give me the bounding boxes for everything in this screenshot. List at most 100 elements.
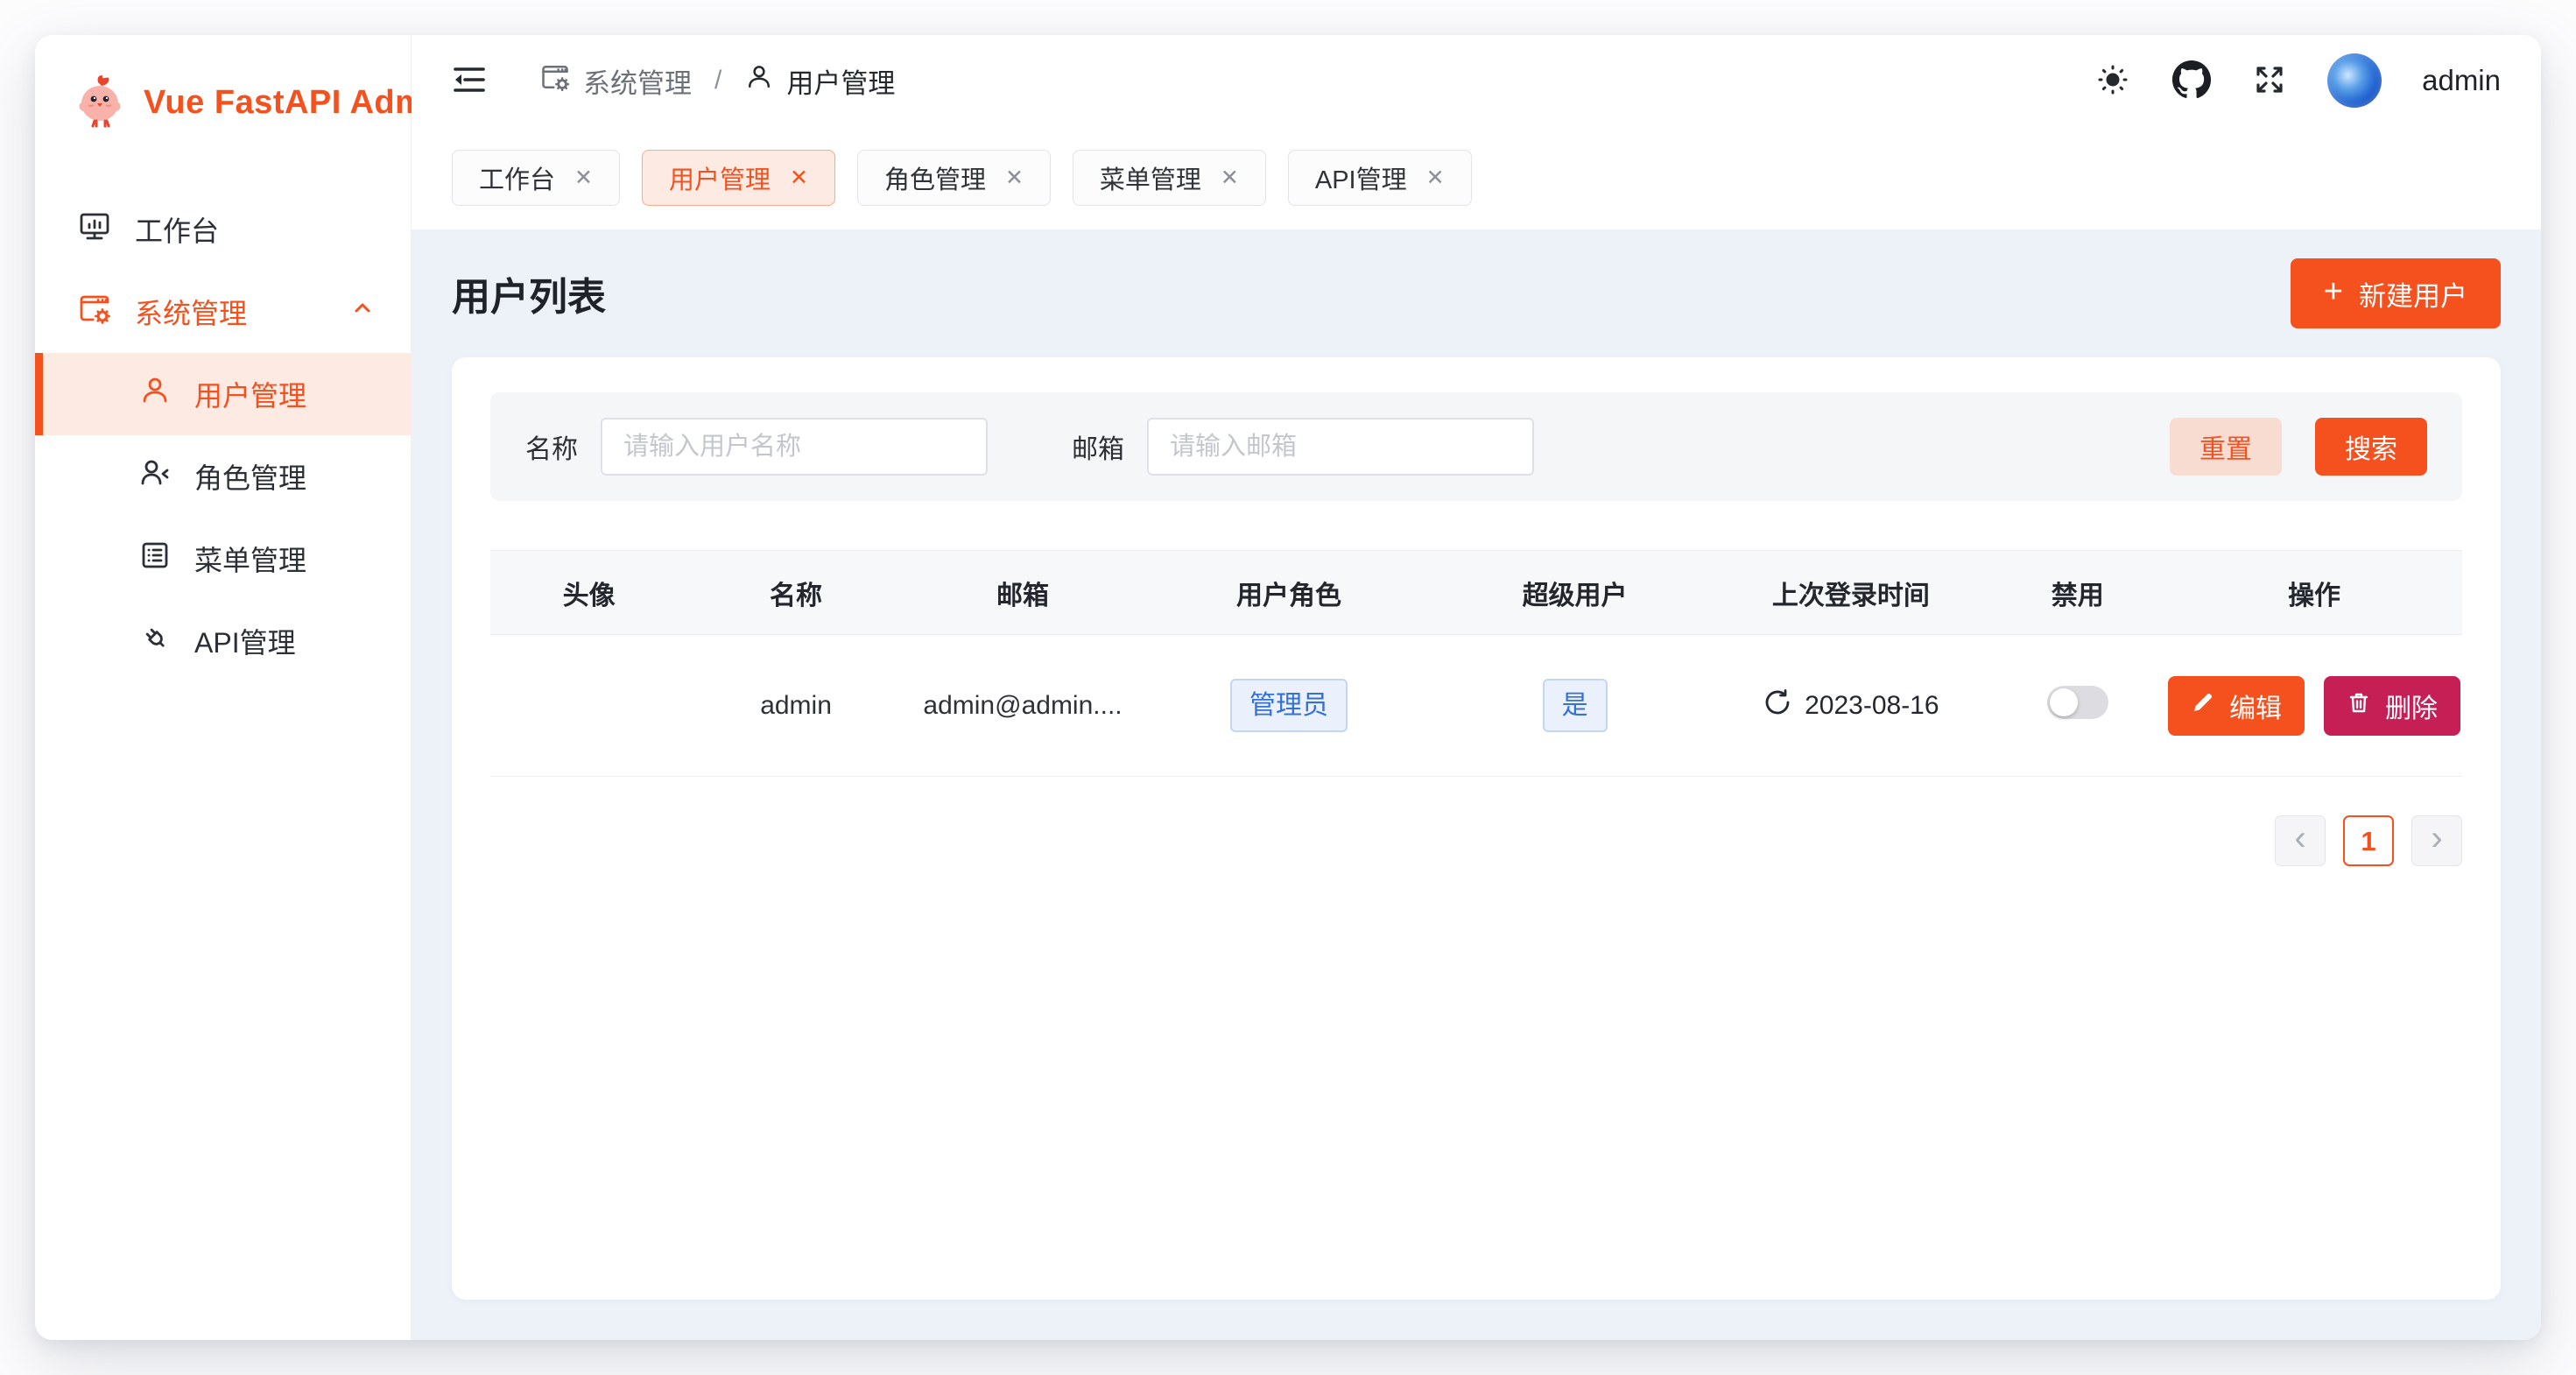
pagination-page-1[interactable]: 1 — [2343, 815, 2394, 866]
table-header-row: 头像 名称 邮箱 用户角色 超级用户 上次登录时间 禁用 操作 — [490, 551, 2462, 635]
name-filter-input[interactable] — [601, 418, 988, 476]
name-filter-label: 名称 — [525, 427, 578, 466]
system-gear-icon — [539, 61, 571, 100]
sun-icon — [2094, 61, 2131, 101]
app-window: Vue FastAPI Admin 工作台 — [35, 35, 2541, 1340]
sidebar-item-workbench[interactable]: 工作台 — [35, 188, 411, 271]
theme-toggle-button[interactable] — [2094, 61, 2131, 101]
sidebar-item-label: 系统管理 — [135, 292, 327, 332]
column-last-login: 上次登录时间 — [1713, 551, 1988, 635]
edit-button[interactable]: 编辑 — [2168, 676, 2305, 736]
workbench-icon — [77, 208, 112, 250]
username[interactable]: admin — [2422, 64, 2501, 97]
breadcrumb-separator: / — [711, 66, 725, 95]
sidebar-item-label: API管理 — [194, 621, 296, 661]
disabled-toggle[interactable] — [2047, 686, 2108, 719]
email-filter-input[interactable] — [1147, 418, 1534, 476]
cell-disabled — [1988, 635, 2166, 777]
search-button[interactable]: 搜索 — [2315, 418, 2427, 476]
tab-role-management[interactable]: 角色管理 ✕ — [857, 150, 1051, 206]
cell-superuser: 是 — [1437, 635, 1713, 777]
topbar-right: admin — [2094, 53, 2501, 108]
tab-menu-management[interactable]: 菜单管理 ✕ — [1073, 150, 1266, 206]
user-table: 头像 名称 邮箱 用户角色 超级用户 上次登录时间 禁用 操作 — [490, 550, 2462, 777]
breadcrumb: 系统管理 / 用户管理 — [539, 61, 895, 101]
tabbar: 工作台 ✕ 用户管理 ✕ 角色管理 ✕ 菜单管理 ✕ API管理 ✕ — [412, 126, 2541, 229]
filter-bar: 名称 邮箱 重置 搜索 — [490, 392, 2462, 501]
page-title: 用户列表 — [452, 265, 606, 321]
sidebar-item-label: 工作台 — [135, 209, 376, 250]
superuser-tag: 是 — [1543, 679, 1608, 733]
api-plug-icon — [138, 621, 172, 661]
last-login-value: 2023-08-16 — [1805, 691, 1939, 721]
column-email: 邮箱 — [904, 551, 1141, 635]
chevron-right-icon: › — [2431, 821, 2442, 856]
breadcrumb-label: 系统管理 — [583, 61, 692, 101]
pagination-prev-button[interactable]: ‹ — [2275, 815, 2326, 866]
menu-fold-icon — [450, 60, 489, 102]
user-list-card: 名称 邮箱 重置 搜索 — [452, 357, 2501, 1300]
fullscreen-button[interactable] — [2252, 62, 2287, 100]
column-name: 名称 — [687, 551, 904, 635]
github-button[interactable] — [2171, 60, 2212, 102]
breadcrumb-label: 用户管理 — [786, 61, 895, 101]
close-icon[interactable]: ✕ — [1221, 167, 1239, 189]
new-user-button[interactable]: + 新建用户 — [2291, 258, 2501, 328]
sidebar-item-label: 角色管理 — [194, 456, 306, 497]
edit-button-label: 编辑 — [2229, 687, 2282, 725]
sidebar-submenu: 用户管理 角色管理 — [35, 353, 411, 682]
close-icon[interactable]: ✕ — [790, 167, 808, 189]
github-icon — [2171, 60, 2212, 102]
tab-user-management[interactable]: 用户管理 ✕ — [642, 150, 835, 206]
content-area: 用户列表 + 新建用户 名称 邮箱 重置 搜索 — [412, 229, 2541, 1340]
collapse-sidebar-button[interactable] — [450, 60, 489, 102]
close-icon[interactable]: ✕ — [1005, 167, 1024, 189]
cell-actions: 编辑 删 — [2166, 635, 2462, 777]
chevron-up-icon — [349, 295, 376, 328]
tab-label: 角色管理 — [884, 159, 986, 196]
topbar: 系统管理 / 用户管理 — [412, 35, 2541, 126]
tab-label: 用户管理 — [669, 159, 771, 196]
toggle-knob — [2050, 688, 2078, 716]
sidebar-item-user-management[interactable]: 用户管理 — [35, 353, 411, 435]
tab-api-management[interactable]: API管理 ✕ — [1288, 150, 1472, 206]
sidebar-item-api-management[interactable]: API管理 — [35, 600, 411, 682]
avatar[interactable] — [2327, 53, 2382, 108]
breadcrumb-user-management[interactable]: 用户管理 — [744, 61, 895, 101]
system-gear-icon — [77, 291, 112, 333]
table-row: admin admin@admin.... 管理员 是 — [490, 635, 2462, 777]
new-user-button-label: 新建用户 — [2359, 274, 2467, 314]
close-icon[interactable]: ✕ — [1426, 167, 1445, 189]
breadcrumb-system[interactable]: 系统管理 — [539, 61, 692, 101]
user-icon — [138, 374, 172, 414]
tab-workbench[interactable]: 工作台 ✕ — [452, 150, 620, 206]
email-filter-label: 邮箱 — [1072, 427, 1124, 466]
role-tag: 管理员 — [1230, 679, 1348, 733]
close-icon[interactable]: ✕ — [574, 167, 593, 189]
tab-label: 工作台 — [479, 159, 555, 196]
reset-button[interactable]: 重置 — [2170, 418, 2282, 476]
tab-label: 菜单管理 — [1100, 159, 1201, 196]
menu-list-icon — [138, 539, 172, 579]
cell-last-login: 2023-08-16 — [1713, 635, 1988, 777]
delete-button[interactable]: 删除 — [2324, 676, 2460, 736]
sidebar-item-label: 菜单管理 — [194, 539, 306, 579]
fullscreen-expand-icon — [2252, 62, 2287, 100]
app-logo[interactable]: Vue FastAPI Admin — [35, 35, 411, 134]
tab-label: API管理 — [1315, 159, 1407, 196]
pagination-next-button[interactable]: › — [2411, 815, 2462, 866]
cell-avatar — [490, 635, 687, 777]
cell-email: admin@admin.... — [904, 635, 1141, 777]
column-actions: 操作 — [2166, 551, 2462, 635]
column-role: 用户角色 — [1141, 551, 1437, 635]
cell-role: 管理员 — [1141, 635, 1437, 777]
chicken-logo-icon — [72, 72, 130, 134]
sidebar-item-role-management[interactable]: 角色管理 — [35, 435, 411, 518]
sidebar: Vue FastAPI Admin 工作台 — [35, 35, 412, 1340]
page-header: 用户列表 + 新建用户 — [452, 229, 2501, 357]
app-title: Vue FastAPI Admin — [144, 84, 455, 122]
sidebar-item-system[interactable]: 系统管理 — [35, 271, 411, 353]
sidebar-item-menu-management[interactable]: 菜单管理 — [35, 518, 411, 600]
column-avatar: 头像 — [490, 551, 687, 635]
plus-icon: + — [2324, 275, 2343, 308]
